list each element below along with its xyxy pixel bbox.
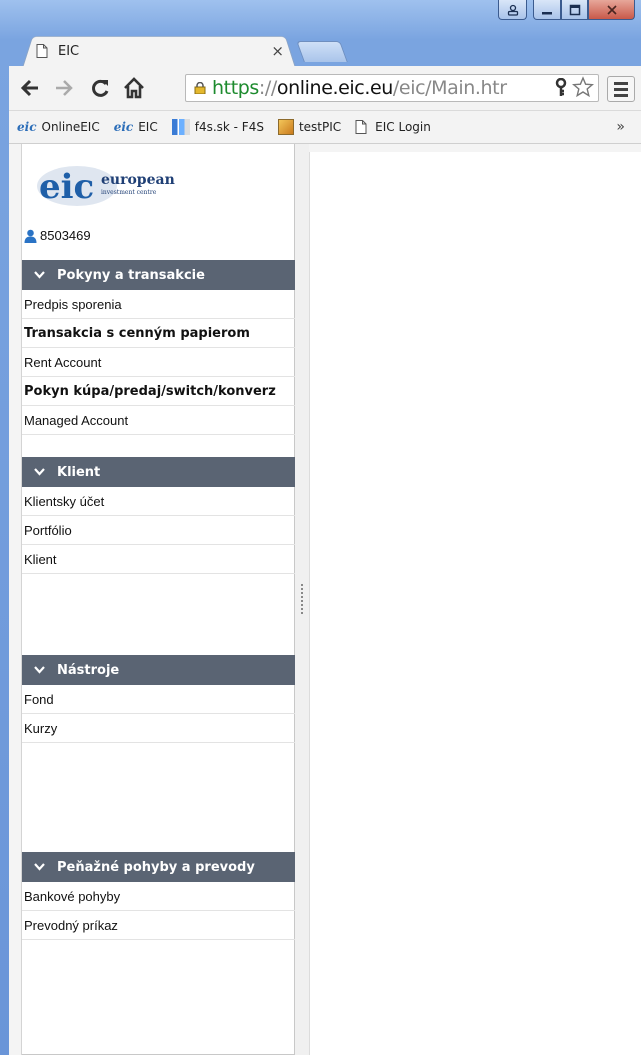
minimize-icon xyxy=(542,11,552,14)
url-host: online.eic.eu xyxy=(276,77,393,99)
section-items-nastroje: Fond Kurzy xyxy=(22,685,295,743)
browser-tab[interactable]: EIC × xyxy=(22,33,296,68)
svg-text:european: european xyxy=(101,172,175,188)
user-id: 8503469 xyxy=(40,228,91,243)
user-icon xyxy=(507,4,518,16)
chevron-down-icon xyxy=(34,861,45,874)
url-scheme: https xyxy=(212,77,259,99)
page-content: eic european investment centre 8503469 P… xyxy=(9,144,641,1055)
menu-item-predpis-sporenia[interactable]: Predpis sporenia xyxy=(22,290,295,319)
section-items-penazne-pohyby: Bankové pohyby Prevodný príkaz xyxy=(22,882,295,940)
minimize-button[interactable] xyxy=(533,0,561,20)
forward-icon[interactable] xyxy=(53,76,75,100)
bookmark-label: OnlineEIC xyxy=(41,120,100,134)
close-icon xyxy=(606,4,617,15)
menu-item-klientsky-ucet[interactable]: Klientsky účet xyxy=(22,487,295,516)
menu-item-kurzy[interactable]: Kurzy xyxy=(22,714,295,743)
f4s-favicon xyxy=(171,119,190,135)
section-items-pokyny: Predpis sporenia Transakcia s cenným pap… xyxy=(22,290,295,435)
eic-favicon: eic xyxy=(17,120,37,134)
browser-menu-button[interactable] xyxy=(607,76,635,102)
section-title: Klient xyxy=(57,464,101,480)
more-bookmarks-icon[interactable]: » xyxy=(616,119,625,135)
bookmark-eic[interactable]: eic EIC xyxy=(114,120,158,134)
url-separator: :// xyxy=(258,77,277,99)
document-icon xyxy=(36,44,48,58)
menu-icon xyxy=(614,81,628,85)
menu-item-transakcia-cp[interactable]: Transakcia s cenným papierom xyxy=(22,319,295,348)
bookmark-label: testPIC xyxy=(298,120,342,134)
user-info: 8503469 xyxy=(24,228,91,243)
url-path: /eic/Main.htr xyxy=(392,77,507,99)
maximize-button[interactable] xyxy=(561,0,588,20)
menu-item-bankove-pohyby[interactable]: Bankové pohyby xyxy=(22,882,295,911)
svg-text:eic: eic xyxy=(39,167,94,207)
maximize-icon xyxy=(569,4,580,15)
chevron-down-icon xyxy=(34,269,45,282)
eic-logo: eic european investment centre xyxy=(35,162,185,210)
new-tab-button[interactable] xyxy=(296,41,348,62)
section-header-klient[interactable]: Klient xyxy=(22,457,295,487)
bookmark-label: EIC xyxy=(138,120,158,134)
browser-toolbar: https://online.eic.eu/eic/Main.htr xyxy=(9,66,641,111)
tab-title: EIC xyxy=(58,43,80,59)
section-items-klient: Klientsky účet Portfólio Klient xyxy=(22,487,295,574)
window-controls xyxy=(498,0,635,20)
chevron-down-icon xyxy=(34,664,45,677)
drag-handle-icon xyxy=(301,584,303,614)
tab-close-icon[interactable]: × xyxy=(271,42,284,60)
menu-item-managed-account[interactable]: Managed Account xyxy=(22,406,295,435)
bookmark-eic-login[interactable]: EIC Login xyxy=(355,120,431,134)
bookmark-f4s[interactable]: f4s.sk - F4S xyxy=(171,119,264,135)
menu-item-fond[interactable]: Fond xyxy=(22,685,295,714)
bookmark-onlineeic[interactable]: eic OnlineEIC xyxy=(17,120,100,134)
section-title: Pokyny a transakcie xyxy=(57,267,205,283)
section-header-nastroje[interactable]: Nástroje xyxy=(22,655,295,685)
bookmark-label: EIC Login xyxy=(375,120,431,134)
reload-icon[interactable] xyxy=(89,76,111,100)
back-icon[interactable] xyxy=(19,76,41,100)
menu-item-portfolio[interactable]: Portfólio xyxy=(22,516,295,545)
menu-item-prevodny-prikaz[interactable]: Prevodný príkaz xyxy=(22,911,295,940)
section-title: Peňažné pohyby a prevody xyxy=(57,859,255,875)
address-bar[interactable]: https://online.eic.eu/eic/Main.htr xyxy=(185,74,599,102)
bookmarks-bar: eic OnlineEIC eic EIC f4s.sk - F4S testP… xyxy=(9,111,641,144)
key-icon[interactable] xyxy=(550,78,568,98)
user-icon xyxy=(24,229,37,243)
section-title: Nástroje xyxy=(57,662,120,678)
sidebar: eic european investment centre 8503469 P… xyxy=(21,144,295,1055)
menu-item-pokyn-kupa[interactable]: Pokyn kúpa/predaj/switch/konverz xyxy=(22,377,295,406)
menu-item-rent-account[interactable]: Rent Account xyxy=(22,348,295,377)
bookmark-star-icon[interactable] xyxy=(572,76,594,98)
eic-favicon: eic xyxy=(113,120,134,134)
section-header-penazne-pohyby[interactable]: Peňažné pohyby a prevody xyxy=(22,852,295,882)
section-header-pokyny[interactable]: Pokyny a transakcie xyxy=(22,260,295,290)
home-icon[interactable] xyxy=(123,76,145,100)
menu-item-klient[interactable]: Klient xyxy=(22,545,295,574)
svg-text:investment centre: investment centre xyxy=(101,189,157,196)
close-window-button[interactable] xyxy=(588,0,635,20)
main-content-pane xyxy=(309,152,641,1055)
picture-favicon xyxy=(277,119,294,135)
bookmark-label: f4s.sk - F4S xyxy=(194,120,264,134)
lock-icon xyxy=(194,82,206,94)
chevron-down-icon xyxy=(34,466,45,479)
pane-splitter[interactable] xyxy=(295,144,309,1055)
bookmark-testpic[interactable]: testPIC xyxy=(277,119,342,135)
profile-button[interactable] xyxy=(498,0,527,20)
document-icon xyxy=(355,120,367,134)
